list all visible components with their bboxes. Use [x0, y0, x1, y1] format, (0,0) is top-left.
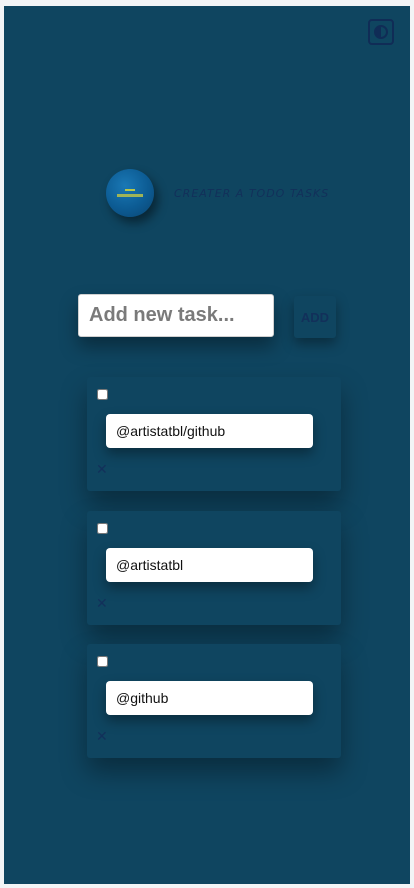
theme-toggle-button[interactable] [368, 19, 394, 45]
page-title: CREATER A TODO TASKS [174, 186, 330, 200]
todo-checkbox[interactable] [97, 389, 108, 400]
new-task-input[interactable] [78, 294, 274, 337]
add-task-button[interactable]: ADD [294, 296, 336, 338]
app-container: CREATER A TODO TASKS ADD ✕ ✕ ✕ [4, 6, 410, 884]
todo-text-field[interactable] [106, 681, 313, 715]
logo-mark-bar [117, 194, 143, 197]
delete-icon[interactable]: ✕ [96, 463, 108, 477]
logo-mark [125, 189, 135, 191]
logo-image [106, 169, 154, 217]
todo-item: ✕ [87, 377, 341, 491]
todo-item: ✕ [87, 511, 341, 625]
todo-checkbox[interactable] [97, 656, 108, 667]
contrast-icon [374, 25, 388, 39]
todo-item: ✕ [87, 644, 341, 758]
todo-checkbox[interactable] [97, 523, 108, 534]
todo-text-field[interactable] [106, 548, 313, 582]
delete-icon[interactable]: ✕ [96, 597, 108, 611]
todo-text-field[interactable] [106, 414, 313, 448]
brand-header: CREATER A TODO TASKS [106, 169, 329, 217]
delete-icon[interactable]: ✕ [96, 730, 108, 744]
